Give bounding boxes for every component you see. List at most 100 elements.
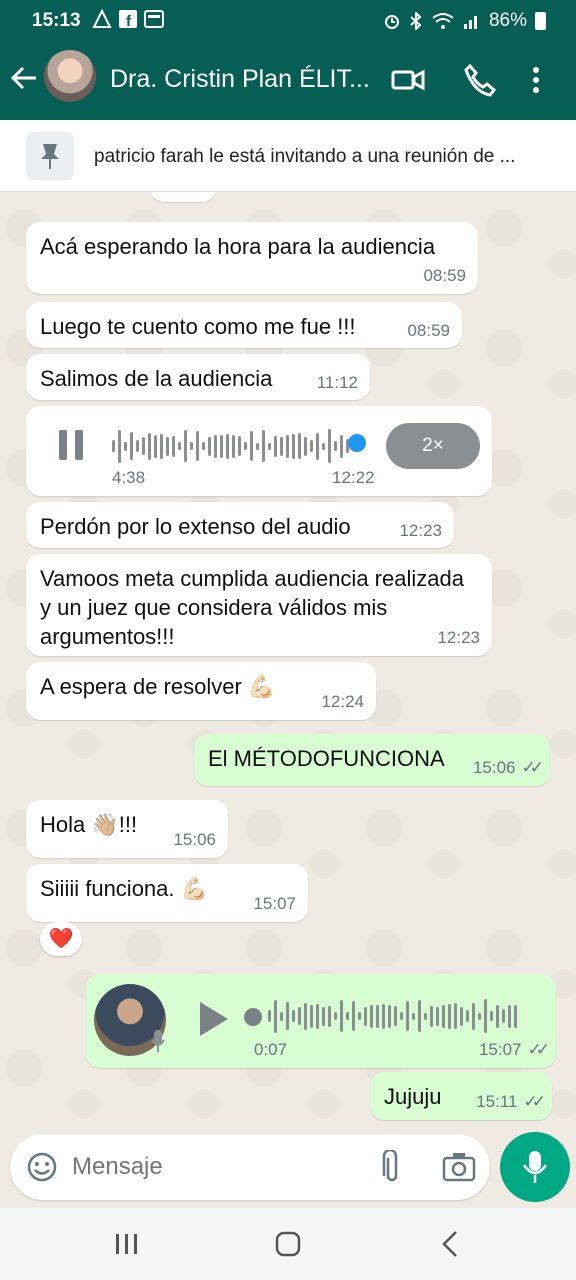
waveform-bar [196, 431, 199, 461]
message-time: 15:06 [173, 830, 216, 849]
playback-speed-button[interactable]: 2× [386, 423, 480, 469]
message-text: Perdón por lo extenso del audio [40, 514, 351, 539]
waveform-bar [112, 440, 115, 452]
waveform-bar [436, 1006, 439, 1026]
waveform-bar [292, 1010, 295, 1022]
facebook-icon: f [119, 10, 137, 29]
message-time: 15:07 [478, 1040, 522, 1059]
pinned-text: patricio farah le está invitando a una r… [94, 146, 516, 167]
waveform-bar [376, 1004, 379, 1028]
message-time: 12:24 [321, 692, 364, 711]
waveform-bar [148, 432, 151, 460]
message-bubble-outgoing[interactable]: El MÉTODOFUNCIONA 15:06 ✓✓ [194, 734, 550, 786]
waveform-bar [304, 436, 307, 456]
audio-duration: 4:38 [112, 468, 146, 487]
waveform-bar [400, 1012, 403, 1020]
waveform-bar [208, 436, 211, 456]
message-time-group: 15:11 ✓✓ [476, 1092, 546, 1112]
waveform-bar [490, 1011, 493, 1021]
waveform-bar [286, 434, 289, 458]
message-bubble[interactable]: Hola 👋🏼!!! 15:06 [26, 800, 228, 858]
waveform-bar [220, 434, 223, 458]
waveform-bar [310, 440, 313, 452]
battery-icon [535, 12, 546, 30]
top-bar: 15:13 f 86% Dra. Cristin Plan ÉLIT... [0, 0, 576, 120]
waveform-bar [190, 442, 193, 450]
message-time: 15:07 [253, 894, 296, 913]
waveform-bar [304, 1002, 307, 1030]
wifi-icon [432, 13, 454, 29]
message-time-group: 15:07 ✓✓ [478, 1040, 550, 1060]
waveform-bar [346, 1012, 349, 1020]
message-bubble[interactable]: Siiiii funciona. 💪🏻 15:07 [26, 864, 308, 922]
message-time: 12:22 [332, 468, 375, 487]
message-time: 11:12 [316, 373, 358, 392]
audio-progress-dot[interactable] [244, 1008, 262, 1026]
message-bubble[interactable]: Salimos de la audiencia 11:12 [26, 354, 370, 400]
message-text: Vamoos meta cumplida audiencia realizada… [40, 566, 464, 649]
waveform-bar [466, 1010, 469, 1022]
video-call-icon[interactable] [390, 62, 426, 98]
message-bubble[interactable]: Acá esperando la hora para la audiencia … [26, 222, 478, 294]
signal-icon [463, 16, 477, 29]
waveform-bar [478, 1012, 481, 1020]
audio-progress-dot[interactable] [348, 434, 366, 452]
back-arrow-icon[interactable] [10, 64, 38, 92]
message-bubble-outgoing[interactable]: Jujuju 15:11 ✓✓ [370, 1072, 552, 1120]
heart-reaction-icon[interactable]: ❤️ [40, 922, 82, 956]
message-time: 12:23 [437, 628, 480, 647]
audio-duration: 0:07 [254, 1040, 288, 1059]
audio-message-outgoing[interactable]: 0:07 15:07 ✓✓ [86, 974, 556, 1068]
back-nav-icon[interactable] [440, 1230, 460, 1258]
waveform-bar [322, 442, 325, 450]
message-bubble[interactable]: Perdón por lo extenso del audio 12:23 [26, 502, 454, 548]
message-time: 08:59 [423, 266, 466, 285]
message-bubble[interactable]: A espera de resolver 💪🏻 12:24 [26, 662, 376, 720]
message-bubble[interactable]: Luego te cuento como me fue !!! 08:59 [26, 302, 462, 348]
camera-icon[interactable] [442, 1151, 476, 1183]
waveform-bar [130, 432, 133, 460]
audio-message[interactable]: 4:38 12:22 2× [26, 406, 492, 496]
home-icon[interactable] [274, 1230, 302, 1258]
status-right: 86% [383, 10, 546, 32]
waveform-bar [298, 433, 301, 459]
waveform-bar [250, 431, 253, 461]
waveform-bar [418, 1000, 421, 1032]
pinned-message-bar[interactable]: patricio farah le está invitando a una r… [0, 120, 576, 192]
waveform-bar [472, 1002, 475, 1030]
waveform-bar [118, 429, 121, 463]
status-notification-icons: f [92, 9, 164, 29]
news-icon [144, 10, 164, 28]
audio-waveform[interactable] [112, 428, 349, 464]
message-bubble[interactable]: Vamoos meta cumplida audiencia realizada… [26, 554, 492, 656]
play-icon[interactable] [196, 1000, 230, 1038]
audio-waveform[interactable] [268, 998, 517, 1034]
waveform-bar [268, 1010, 271, 1022]
partial-bubble [150, 192, 216, 202]
more-options-icon[interactable] [526, 62, 546, 98]
waveform-bar [184, 430, 187, 462]
contact-avatar[interactable] [44, 50, 96, 102]
mic-icon [522, 1151, 548, 1183]
waveform-bar [382, 1003, 385, 1029]
waveform-bar [340, 434, 343, 458]
phone-icon[interactable] [462, 62, 498, 98]
waveform-bar [232, 434, 235, 458]
waveform-bar [238, 436, 241, 456]
contact-name[interactable]: Dra. Cristin Plan ÉLIT... [110, 65, 370, 94]
emoji-icon[interactable] [26, 1151, 58, 1183]
message-time-group: 15:06 ✓✓ [473, 758, 544, 778]
status-bar: 15:13 f 86% [0, 0, 576, 42]
waveform-bar [160, 433, 163, 459]
voice-record-button[interactable] [500, 1132, 570, 1202]
message-input[interactable] [72, 1148, 362, 1186]
waveform-bar [328, 429, 331, 463]
message-text: Salimos de la audiencia [40, 366, 273, 391]
recent-apps-icon[interactable] [114, 1232, 140, 1256]
waveform-bar [268, 442, 271, 450]
pause-icon[interactable] [56, 428, 86, 462]
battery-percent: 86% [488, 10, 527, 31]
waveform-bar [514, 1004, 517, 1028]
attach-icon[interactable] [380, 1150, 404, 1184]
chat-area[interactable]: Acá esperando la hora para la audiencia … [0, 192, 576, 1132]
